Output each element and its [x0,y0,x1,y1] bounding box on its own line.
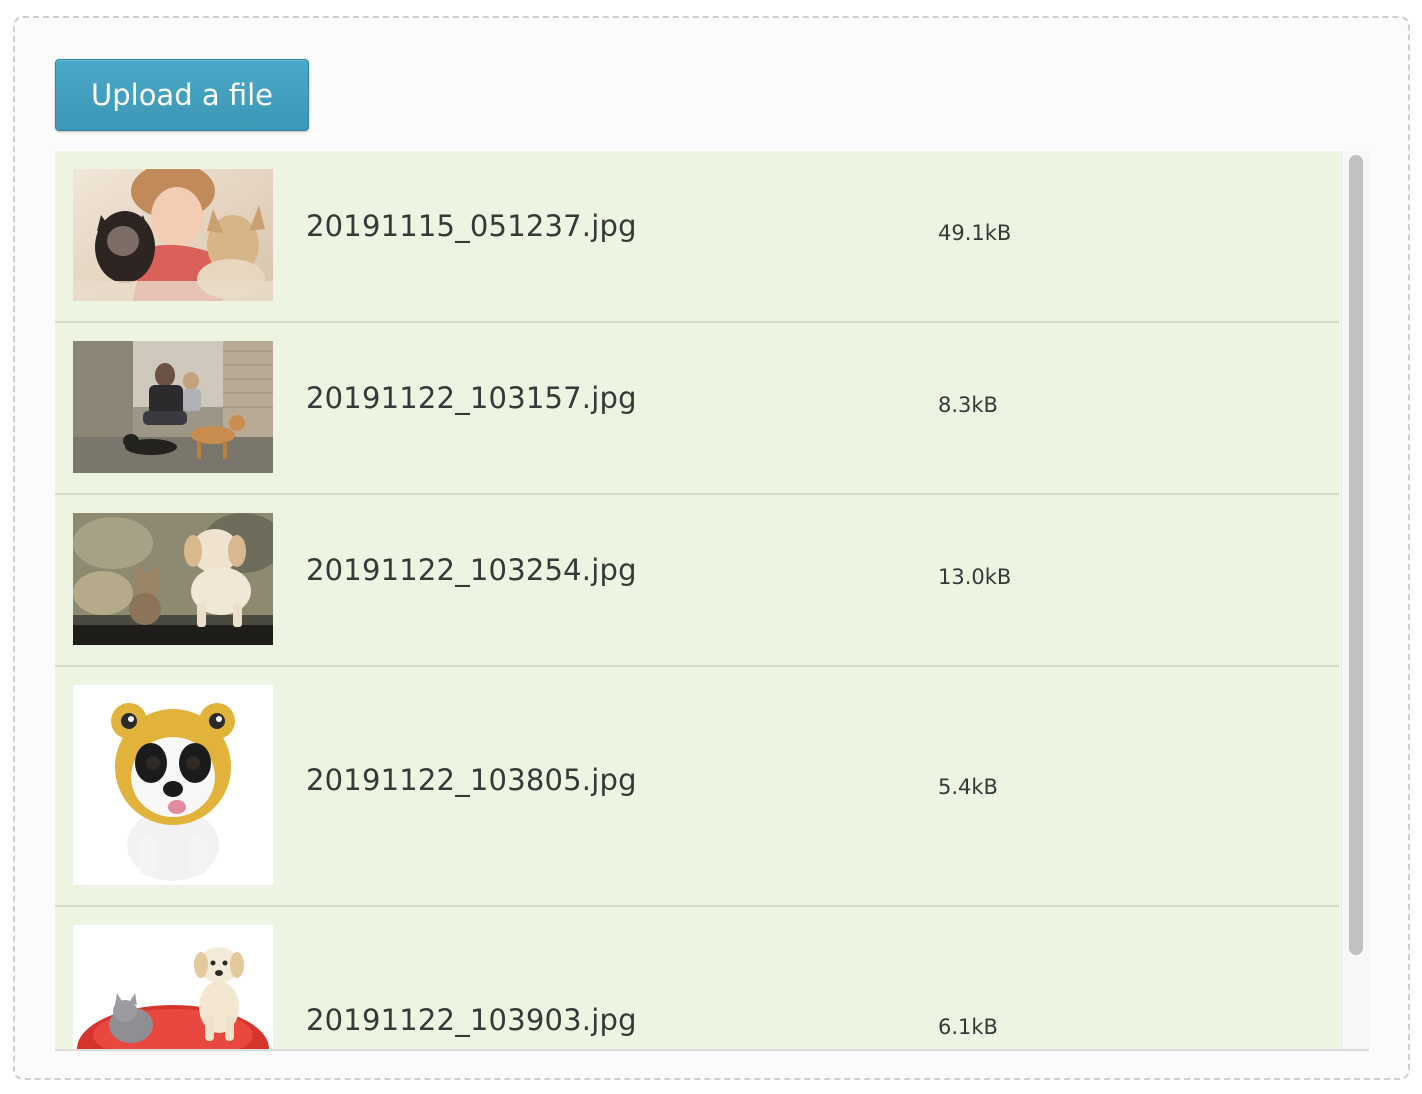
file-row[interactable]: 20191122_103805.jpg 5.4kB [55,667,1339,907]
scrollbar-thumb[interactable] [1349,155,1363,955]
file-list-rows: 20191115_051237.jpg 49.1kB 20191122_1031… [55,151,1339,1049]
file-row[interactable]: 20191122_103254.jpg 13.0kB [55,495,1339,667]
file-list[interactable]: 20191115_051237.jpg 49.1kB 20191122_1031… [55,151,1369,1051]
file-name: 20191115_051237.jpg [306,209,637,243]
file-name: 20191122_103157.jpg [306,381,637,415]
file-row[interactable]: 20191122_103903.jpg 6.1kB [55,907,1339,1049]
scrollbar-track[interactable] [1341,151,1369,1049]
file-size: 5.4kB [938,775,998,799]
man-sitting-with-dogs-image [73,341,273,473]
file-thumbnail [73,925,273,1049]
kitten-and-puppy-image [73,513,273,645]
file-uploader: Upload a file 20191115_051237.jpg 49.1kB… [13,16,1410,1080]
file-row[interactable]: 20191115_051237.jpg 49.1kB [55,151,1339,323]
dog-in-knitted-hat-image [73,685,273,885]
file-name: 20191122_103903.jpg [306,1003,637,1037]
file-name: 20191122_103254.jpg [306,553,637,587]
file-size: 6.1kB [938,1015,998,1039]
upload-file-button[interactable]: Upload a file [55,59,309,131]
file-row[interactable]: 20191122_103157.jpg 8.3kB [55,323,1339,495]
file-name: 20191122_103805.jpg [306,763,637,797]
file-thumbnail [73,341,273,473]
girl-with-cat-and-dog-image [73,169,273,301]
file-thumbnail [73,169,273,301]
cat-and-puppy-on-cushion-image [73,925,273,1049]
file-thumbnail [73,685,273,885]
file-size: 49.1kB [938,221,1012,245]
file-size: 8.3kB [938,393,998,417]
file-thumbnail [73,513,273,645]
file-size: 13.0kB [938,565,1012,589]
